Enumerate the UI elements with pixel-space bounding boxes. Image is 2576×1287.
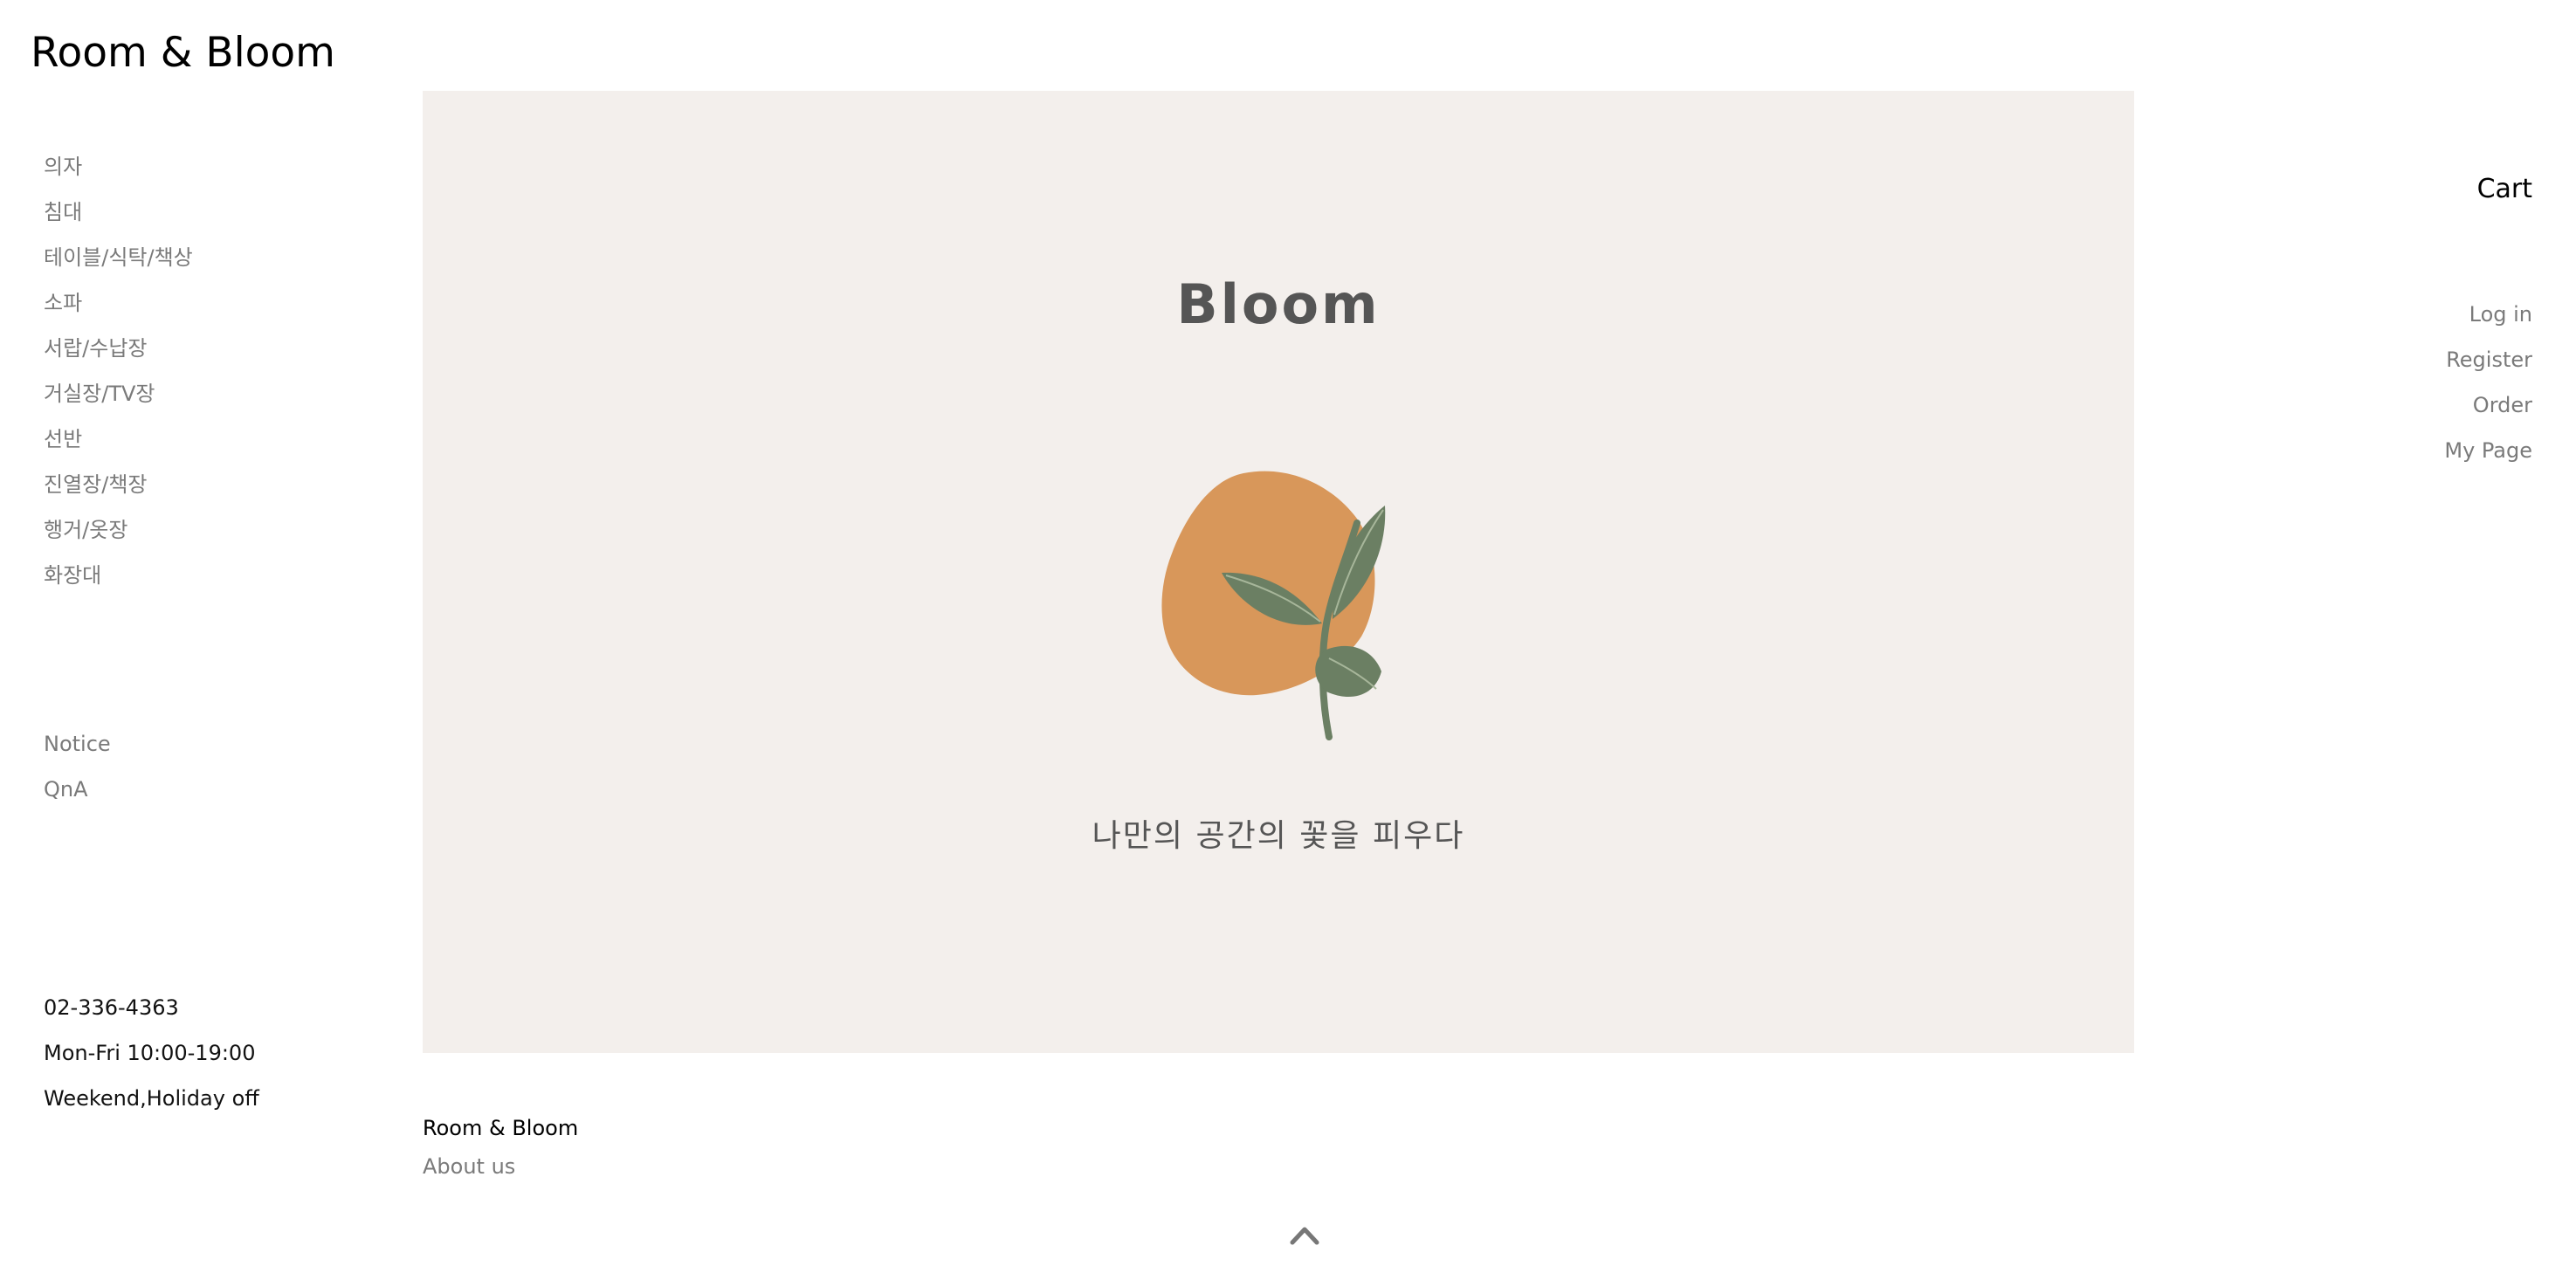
login-link[interactable]: Log in	[2444, 297, 2532, 342]
site-title[interactable]: Room & Bloom	[31, 24, 335, 82]
board-nav: Notice QnA	[44, 726, 111, 817]
plant-illustration	[1161, 471, 1386, 740]
category-nav: 의자 침대 테이블/식탁/책상 소파 서랍/수납장 거실장/TV장 선반 진열장…	[44, 149, 193, 603]
footer-brand: Room & Bloom	[423, 1116, 579, 1140]
category-item-sofa[interactable]: 소파	[44, 286, 193, 331]
account-nav: Log in Register Order My Page	[2444, 297, 2532, 478]
board-item-notice[interactable]: Notice	[44, 726, 111, 772]
footer: Room & Bloom About us	[423, 1109, 578, 1186]
mypage-link[interactable]: My Page	[2444, 433, 2532, 478]
about-us-link[interactable]: About us	[423, 1147, 578, 1186]
caret-up-icon	[1290, 1227, 1319, 1245]
category-item-chair[interactable]: 의자	[44, 149, 193, 195]
leaf-bottom	[1315, 645, 1381, 698]
category-item-dresser[interactable]: 화장대	[44, 558, 193, 603]
category-item-drawer[interactable]: 서랍/수납장	[44, 331, 193, 376]
hero-title: Bloom	[1176, 272, 1381, 336]
cart-link[interactable]: Cart	[2444, 166, 2532, 213]
contact-phone: 02-336-4363	[44, 995, 179, 1020]
hero-banner: Bloom 나만의 공간의 꽃을 피우다	[423, 91, 2134, 1053]
contact-info: 02-336-4363 Mon-Fri 10:00-19:00 Weekend,…	[44, 990, 259, 1126]
category-item-table[interactable]: 테이블/식탁/책상	[44, 240, 193, 286]
category-item-bed[interactable]: 침대	[44, 195, 193, 240]
category-item-shelf[interactable]: 선반	[44, 422, 193, 467]
right-nav: Cart Log in Register Order My Page	[2444, 166, 2532, 478]
category-item-wardrobe[interactable]: 행거/옷장	[44, 513, 193, 558]
order-link[interactable]: Order	[2444, 388, 2532, 433]
hero-tagline: 나만의 공간의 꽃을 피우다	[1092, 818, 1465, 854]
contact-off: Weekend,Holiday off	[44, 1086, 259, 1111]
category-item-bookcase[interactable]: 진열장/책장	[44, 467, 193, 513]
register-link[interactable]: Register	[2444, 342, 2532, 388]
scroll-to-top-button[interactable]	[1287, 1218, 1322, 1253]
board-item-qna[interactable]: QnA	[44, 772, 111, 817]
category-item-tv-stand[interactable]: 거실장/TV장	[44, 376, 193, 422]
contact-hours: Mon-Fri 10:00-19:00	[44, 1041, 256, 1065]
